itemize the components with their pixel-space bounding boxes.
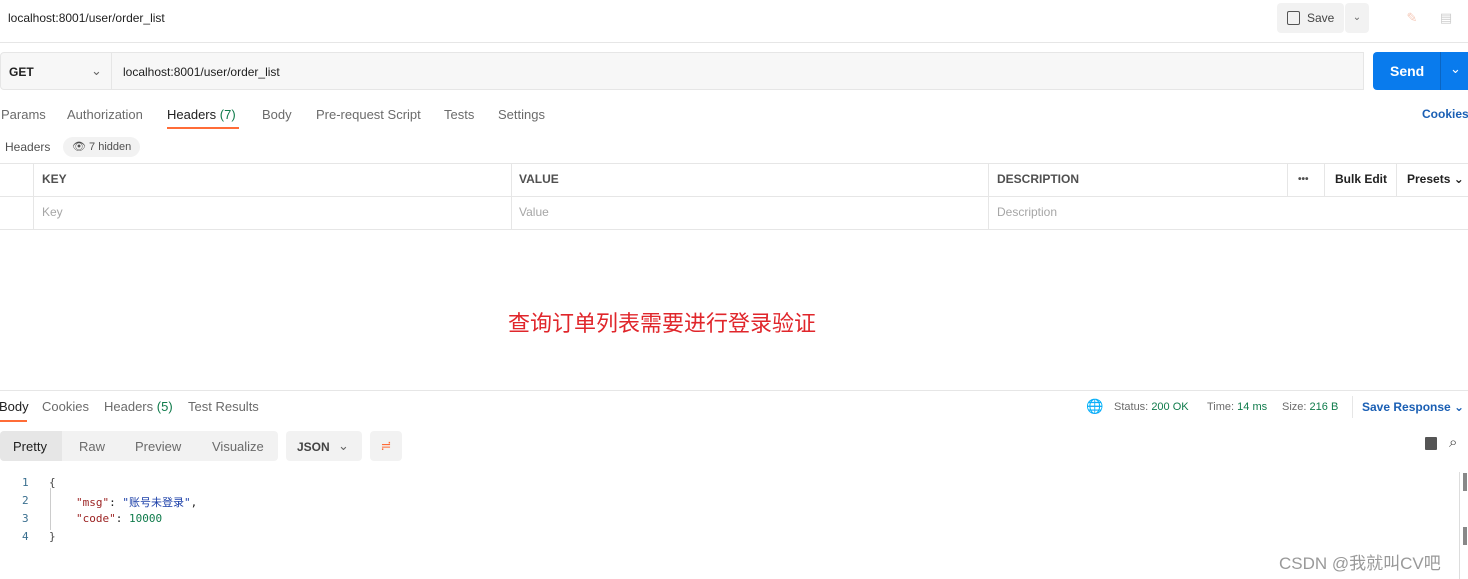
hidden-headers-toggle[interactable]: 👁 7 hidden: [63, 137, 141, 157]
scrollbar-track: [1459, 472, 1460, 579]
scrollbar-thumb[interactable]: [1463, 473, 1467, 491]
view-preview[interactable]: Preview: [135, 439, 181, 454]
method-label: GET: [9, 65, 34, 79]
chevron-down-icon: ⌄: [91, 63, 102, 78]
divider: [0, 42, 1468, 43]
headers-label: Headers: [5, 140, 51, 154]
save-icon: [1287, 11, 1300, 25]
chevron-down-icon[interactable]: ⌄: [1450, 61, 1461, 77]
tab-settings[interactable]: Settings: [498, 107, 545, 122]
response-tab-body[interactable]: Body: [0, 399, 29, 414]
size-readout: Size: 216 B: [1282, 401, 1339, 413]
tab-count: (5): [156, 399, 173, 414]
annotation-text: 查询订单列表需要进行登录验证: [508, 311, 817, 336]
response-tab-cookies[interactable]: Cookies: [42, 399, 89, 414]
chevron-down-icon: ⌄: [338, 438, 349, 453]
view-pretty[interactable]: Pretty: [13, 439, 47, 454]
send-label: Send: [1390, 63, 1425, 79]
send-button[interactable]: Send ⌄: [1373, 52, 1468, 90]
format-label: JSON: [297, 440, 330, 454]
wrap-lines-icon[interactable]: ≓: [370, 431, 402, 461]
tab-params[interactable]: Params: [1, 107, 46, 122]
more-options-button[interactable]: •••: [1298, 174, 1309, 185]
format-select[interactable]: JSON ⌄: [286, 431, 362, 461]
tab-label: Headers: [104, 399, 154, 414]
active-tab-underline: [167, 127, 239, 129]
cookies-link[interactable]: Cookies: [1422, 107, 1468, 121]
globe-icon[interactable]: 🌐: [1086, 398, 1103, 415]
column-description: DESCRIPTION: [997, 172, 1080, 186]
tab-label: Headers: [167, 107, 217, 122]
scrollbar-thumb[interactable]: [1463, 527, 1467, 545]
copy-icon[interactable]: [1425, 437, 1437, 450]
chevron-down-icon: ⌄: [1453, 172, 1464, 186]
save-dropdown-button[interactable]: ⌄: [1345, 3, 1369, 33]
method-select[interactable]: GET ⌄: [0, 52, 112, 90]
bulk-edit-button[interactable]: Bulk Edit: [1335, 172, 1387, 186]
view-visualize[interactable]: Visualize: [212, 439, 264, 454]
eye-icon: 👁: [72, 141, 86, 153]
column-value: VALUE: [519, 172, 559, 186]
tab-authorization[interactable]: Authorization: [67, 107, 143, 122]
description-input[interactable]: Description: [997, 205, 1057, 219]
save-label: Save: [1307, 11, 1335, 25]
value-input[interactable]: Value: [519, 205, 549, 219]
tab-body[interactable]: Body: [262, 107, 292, 122]
search-icon[interactable]: ⌕: [1449, 434, 1457, 451]
time-readout: Time: 14 ms: [1207, 401, 1268, 413]
tab-count: (7): [219, 107, 236, 122]
response-tab-test-results[interactable]: Test Results: [188, 399, 259, 414]
view-raw[interactable]: Raw: [79, 439, 105, 454]
save-response-button[interactable]: Save Response ⌄: [1362, 400, 1464, 414]
hidden-count: 7 hidden: [89, 141, 132, 153]
view-mode-group: Pretty Raw Preview Visualize: [0, 431, 278, 461]
column-key: KEY: [42, 172, 67, 186]
comments-button[interactable]: ▤: [1432, 5, 1460, 31]
status-readout: Status: 200 OK: [1114, 401, 1189, 413]
tab-headers[interactable]: Headers (7): [167, 107, 236, 122]
url-input[interactable]: localhost:8001/user/order_list: [112, 52, 1364, 90]
response-tab-headers[interactable]: Headers (5): [104, 399, 173, 414]
request-title: localhost:8001/user/order_list: [8, 11, 165, 25]
tab-tests[interactable]: Tests: [444, 107, 474, 122]
presets-label: Presets: [1407, 172, 1451, 186]
edit-button[interactable]: ✎: [1398, 5, 1426, 31]
watermark: CSDN @我就叫CV吧: [1279, 554, 1441, 573]
presets-dropdown[interactable]: Presets ⌄: [1407, 172, 1464, 186]
tab-pre-request-script[interactable]: Pre-request Script: [316, 107, 421, 122]
key-input[interactable]: Key: [42, 205, 63, 219]
save-button[interactable]: Save: [1277, 3, 1344, 33]
